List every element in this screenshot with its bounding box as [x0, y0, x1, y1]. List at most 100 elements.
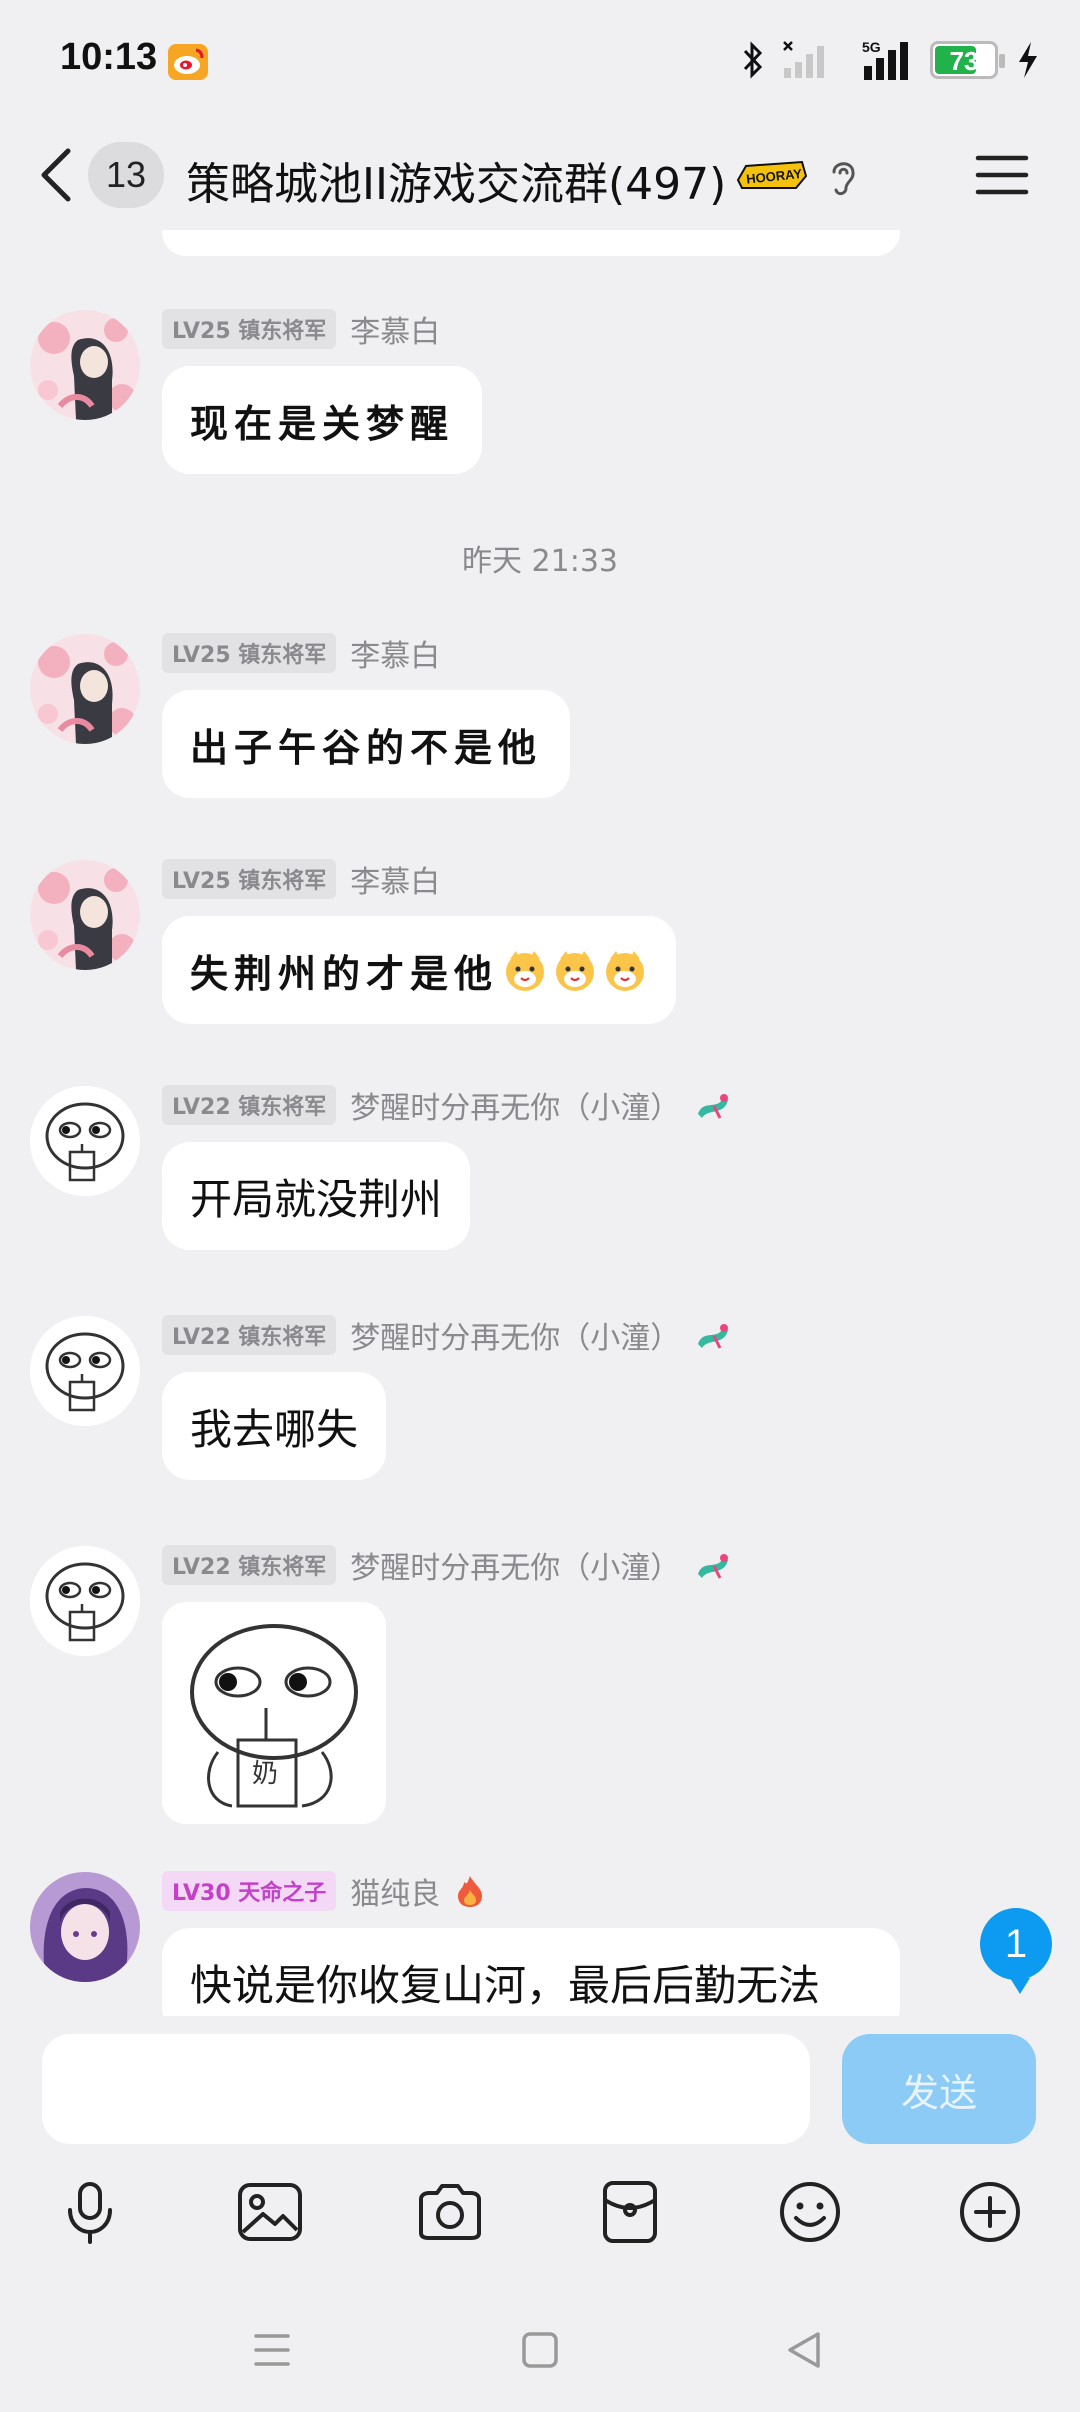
- avatar-mao-chunliang[interactable]: [30, 1872, 140, 1982]
- tiger-emoji-icon: [606, 951, 645, 991]
- message-bubble[interactable]: 现在是关梦醒: [162, 366, 483, 474]
- message-item: LV25 镇东将军 李慕白 现在是关梦醒: [0, 307, 1080, 490]
- level-tag: LV30 天命之子: [162, 1871, 337, 1911]
- message-meta: LV25 镇东将军 李慕白: [162, 631, 440, 675]
- meme-face-avatar-icon: [30, 1546, 140, 1656]
- message-item: LV22 镇东将军 梦醒时分再无你（小潼） 奶: [0, 1543, 1080, 1846]
- sender-name[interactable]: 李慕白: [350, 307, 440, 351]
- message-input[interactable]: [42, 2034, 810, 2144]
- message-text: 开局就没荆州: [190, 1174, 443, 1224]
- nav-home-button[interactable]: [510, 2320, 570, 2380]
- sender-name[interactable]: 梦醒时分再无你（小潼）: [350, 1083, 680, 1127]
- battery-indicator: 73: [930, 41, 1005, 79]
- voice-button[interactable]: [54, 2176, 126, 2248]
- sticker-message[interactable]: 奶: [162, 1602, 386, 1824]
- message-bubble[interactable]: 出子午谷的不是他: [162, 690, 571, 798]
- dragon-badge-icon: [698, 1324, 729, 1349]
- status-indicators: 5G 73: [742, 36, 1040, 84]
- red-packet-button[interactable]: [594, 2176, 666, 2248]
- bluetooth-icon: [743, 41, 763, 79]
- emoji-button[interactable]: [774, 2176, 846, 2248]
- triangle-back-icon: [788, 2332, 820, 2368]
- message-item: LV22 镇东将军 梦醒时分再无你（小潼） 我去哪失: [0, 1313, 1080, 1496]
- sender-name[interactable]: 梦醒时分再无你（小潼）: [350, 1313, 680, 1357]
- avatar-meng-xing[interactable]: [30, 1086, 140, 1196]
- weibo-icon: [168, 44, 208, 80]
- message-meta: LV25 镇东将军 李慕白: [162, 307, 440, 351]
- avatar-meng-xing[interactable]: [30, 1316, 140, 1426]
- input-bar: 发送: [0, 2016, 1080, 2156]
- message-bubble[interactable]: 开局就没荆州: [162, 1142, 471, 1250]
- message-bubble[interactable]: 我去哪失: [162, 1372, 387, 1480]
- tiger-emoji-icon: [506, 951, 545, 991]
- menu-lines-icon: [254, 2334, 290, 2366]
- emoji-icon: [780, 2182, 840, 2242]
- level-tag: LV25 镇东将军: [162, 859, 337, 899]
- message-meta: LV22 镇东将军 梦醒时分再无你（小潼）: [162, 1313, 732, 1357]
- sender-name[interactable]: 梦醒时分再无你（小潼）: [350, 1543, 680, 1587]
- system-nav-bar: [0, 2290, 1080, 2412]
- ear-icon[interactable]: [826, 156, 860, 198]
- message-text: 快说是你收复山河，最后后勤无法: [190, 1960, 821, 2010]
- sticker-label: 奶: [252, 1759, 278, 1789]
- image-icon: [238, 2183, 302, 2241]
- message-meta: LV22 镇东将军 梦醒时分再无你（小潼）: [162, 1083, 732, 1127]
- anime-avatar-icon: [30, 860, 140, 970]
- avatar-li-mubai[interactable]: [30, 634, 140, 744]
- back-button[interactable]: [30, 142, 80, 208]
- nav-recents-button[interactable]: [242, 2320, 302, 2380]
- menu-button[interactable]: [974, 150, 1030, 200]
- signal-weak-icon: [783, 41, 824, 78]
- sender-name[interactable]: 李慕白: [350, 857, 440, 901]
- camera-icon: [419, 2184, 481, 2240]
- unread-count-badge[interactable]: 13: [88, 142, 164, 208]
- message-meta: LV30 天命之子 猫纯良: [162, 1869, 486, 1913]
- group-title[interactable]: 策略城池II游戏交流群(497): [186, 148, 726, 212]
- camera-button[interactable]: [414, 2176, 486, 2248]
- message-text: 我去哪失: [190, 1404, 359, 1454]
- meme-face-avatar-icon: [30, 1316, 140, 1426]
- charging-icon: [1019, 42, 1037, 78]
- fire-badge-icon: [458, 1876, 483, 1907]
- chat-message-list[interactable]: LV25 镇东将军 李慕白 现在是关梦醒 昨天 21:33 LV25 镇东将军 …: [0, 230, 1080, 2016]
- purple-anime-avatar-icon: [30, 1872, 140, 1982]
- dragon-badge-icon: [698, 1094, 729, 1119]
- message-bubble[interactable]: 快说是你收复山河，最后后勤无法: [162, 1928, 900, 2016]
- message-item: LV22 镇东将军 梦醒时分再无你（小潼） 开局就没荆州: [0, 1083, 1080, 1266]
- avatar-li-mubai[interactable]: [30, 860, 140, 970]
- anime-avatar-icon: [30, 310, 140, 420]
- battery-level: 73: [949, 46, 979, 76]
- anime-avatar-icon: [30, 634, 140, 744]
- more-button[interactable]: [954, 2176, 1026, 2248]
- chevron-left-icon: [41, 148, 71, 202]
- message-text: 现在是关梦醒: [190, 400, 455, 446]
- level-tag: LV22 镇东将军: [162, 1085, 337, 1125]
- square-icon: [522, 2332, 558, 2368]
- dragon-badge-icon: [698, 1554, 729, 1579]
- avatar-li-mubai[interactable]: [30, 310, 140, 420]
- time-divider: 昨天 21:33: [462, 544, 618, 579]
- status-time: 10:13: [60, 36, 158, 78]
- level-tag: LV25 镇东将军: [162, 309, 337, 349]
- level-tag: LV25 镇东将军: [162, 633, 337, 673]
- photo-button[interactable]: [234, 2176, 306, 2248]
- signal-5g-icon: 5G: [862, 39, 908, 80]
- nav-back-button[interactable]: [774, 2320, 834, 2380]
- milk-meme-sticker-icon: 奶: [162, 1602, 386, 1824]
- message-text: 失荆州的才是他: [190, 950, 499, 996]
- tiger-emoji-icon: [556, 951, 595, 991]
- hooray-badge-icon: HOORAY: [736, 160, 808, 189]
- message-item: LV30 天命之子 猫纯良 快说是你收复山河，最后后勤无法: [0, 1869, 1080, 2016]
- chat-toolbar: [0, 2156, 1080, 2266]
- new-message-badge[interactable]: 1: [980, 1908, 1052, 1994]
- message-meta: LV22 镇东将军 梦醒时分再无你（小潼）: [162, 1543, 732, 1587]
- sender-name[interactable]: 猫纯良: [350, 1869, 440, 1913]
- level-tag: LV22 镇东将军: [162, 1545, 337, 1585]
- avatar-meng-xing[interactable]: [30, 1546, 140, 1656]
- mic-icon: [68, 2182, 112, 2244]
- sender-name[interactable]: 李慕白: [350, 631, 440, 675]
- send-button[interactable]: 发送: [842, 2034, 1036, 2144]
- hamburger-menu-icon: [975, 155, 1029, 195]
- previous-message-bubble[interactable]: [162, 230, 900, 256]
- message-bubble[interactable]: 失荆州的才是他: [162, 916, 677, 1024]
